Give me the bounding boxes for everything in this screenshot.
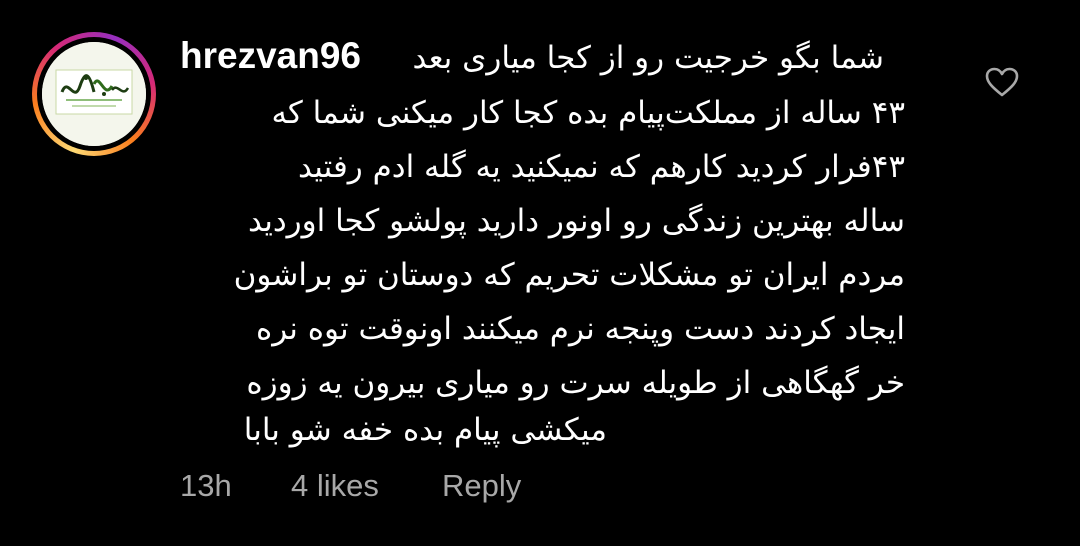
- comment-text-line: ۴۳ ساله از مملکت‌پیام بده کجا کار میکنی …: [271, 95, 905, 131]
- comment-text-line: مردم ایران تو مشکلات تحریم که دوستان تو …: [233, 257, 905, 293]
- avatar[interactable]: [42, 42, 146, 146]
- comment-text-line: ساله بهترین زندگی رو اونور دارید پولشو ک…: [247, 203, 905, 239]
- comment-timestamp: 13h: [180, 468, 232, 503]
- comment-text-line: شما بگو خرجیت رو از کجا میاری بعد: [412, 40, 884, 76]
- reply-button[interactable]: Reply: [442, 466, 521, 506]
- likes-count[interactable]: 4 likes: [291, 466, 379, 506]
- like-button[interactable]: [984, 66, 1020, 98]
- avatar-gap: [37, 37, 151, 151]
- comment-text-line: خر گهگاهی از طویله سرت رو میاری بیرون یه…: [246, 365, 905, 401]
- story-ring[interactable]: [32, 32, 156, 156]
- comment-text-line: ۴۳فرار کردید کارهم که نمیکنید یه گله ادم…: [297, 149, 905, 185]
- comment-text-line: میکشی پیام بده خفه شو بابا: [243, 412, 607, 448]
- comment-item: hrezvan96 شما بگو خرجیت رو از کجا میاری …: [0, 0, 1080, 546]
- heart-outline-icon: [985, 67, 1019, 97]
- calligraphy-avatar-icon: [42, 42, 146, 146]
- comment-username[interactable]: hrezvan96: [180, 34, 361, 78]
- comment-text-line: ایجاد کردند دست وپنجه نرم میکنند اونوقت …: [255, 311, 905, 347]
